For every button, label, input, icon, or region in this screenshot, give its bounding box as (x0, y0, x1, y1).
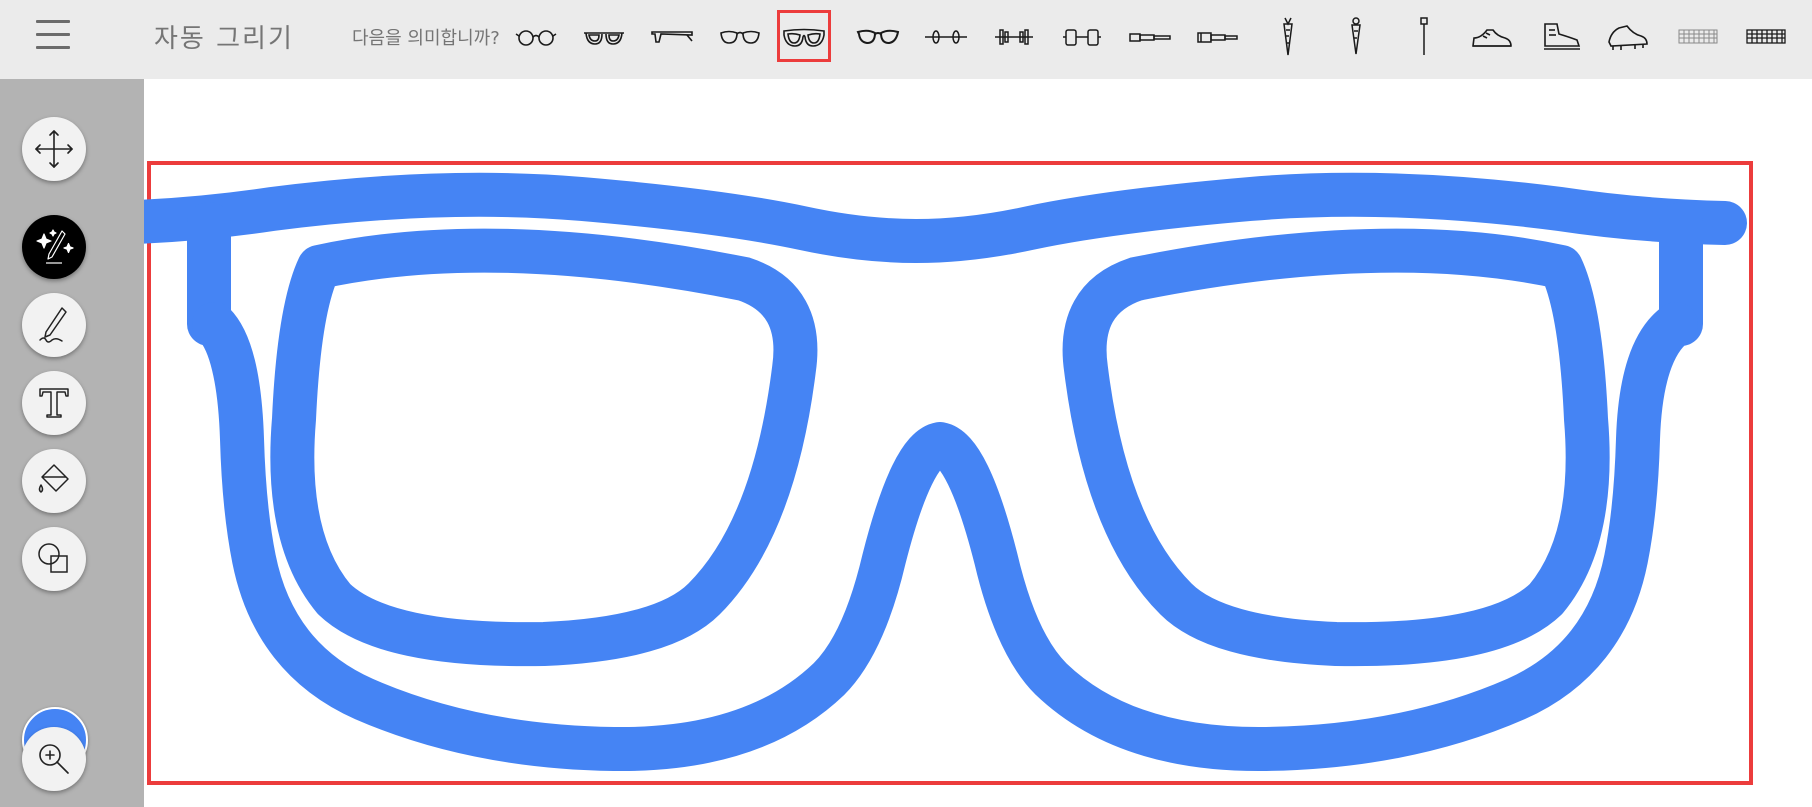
move-arrows-icon (35, 130, 73, 168)
suggestion-keyboard[interactable] (1739, 10, 1793, 62)
high-top-sneaker-icon (1544, 23, 1581, 50)
suggestion-telescope[interactable] (1123, 10, 1177, 62)
suggestion-thick-frame-glasses[interactable] (577, 10, 631, 62)
suggestion-dumbbell[interactable] (1055, 10, 1109, 62)
dumbbell-icon (1063, 29, 1101, 46)
shape-tool-button[interactable] (22, 527, 86, 591)
sparkle-pencil-icon (36, 229, 74, 264)
autodraw-tool-button[interactable] (22, 215, 86, 279)
right-lens-rim (1062, 228, 1610, 667)
move-tool-button[interactable] (22, 117, 86, 181)
zoom-tool-button[interactable] (22, 727, 86, 791)
suggestion-wayfarer-glasses[interactable] (777, 10, 831, 62)
suggestion-strip (0, 0, 1812, 79)
glasses-drawing[interactable] (144, 172, 1747, 772)
shapes-icon (38, 543, 68, 573)
text-tool-button[interactable] (22, 371, 86, 435)
aviator-sunglasses-icon (720, 30, 760, 44)
carrot-alt-icon (1351, 17, 1361, 55)
pin-icon (1420, 17, 1428, 55)
text-icon (39, 388, 69, 418)
spyglass-icon (1197, 32, 1238, 43)
suggestion-side-view-glasses[interactable] (645, 10, 699, 62)
suggestion-keyboard-thin[interactable] (1671, 10, 1725, 62)
side-view-glasses-icon (651, 31, 693, 43)
left-lens-rim (270, 228, 818, 667)
suggestion-dumbbell-plates[interactable] (987, 10, 1041, 62)
suggestion-carrot[interactable] (1261, 10, 1315, 62)
cat-eye-glasses-icon (856, 29, 900, 45)
suggestion-high-top-sneaker[interactable] (1533, 10, 1587, 62)
draw-tool-button[interactable] (22, 293, 86, 357)
fill-tool-button[interactable] (22, 449, 86, 513)
thick-frame-glasses-icon (584, 32, 624, 45)
zoom-in-icon (39, 744, 69, 774)
canvas-svg (144, 161, 1753, 785)
round-glasses-icon (515, 30, 557, 46)
pencil-icon (39, 307, 67, 343)
suggestion-carrot-alt[interactable] (1329, 10, 1383, 62)
dumbbell-plates-icon (995, 29, 1033, 45)
wayfarer-glasses-icon (783, 28, 825, 47)
suggestion-round-glasses[interactable] (509, 10, 563, 62)
suggestion-pin[interactable] (1397, 10, 1451, 62)
tool-sidebar (0, 79, 144, 807)
sneaker-icon (1472, 29, 1512, 47)
cleat-shoe-icon (1608, 25, 1648, 50)
barbell-icon (925, 30, 967, 44)
keyboard-icon (1746, 29, 1786, 44)
suggestion-sneaker[interactable] (1465, 10, 1519, 62)
keyboard-thin-icon (1678, 29, 1718, 44)
suggestion-spyglass[interactable] (1191, 10, 1245, 62)
suggestion-barbell[interactable] (919, 10, 973, 62)
suggestion-cat-eye-glasses[interactable] (851, 10, 905, 62)
top-bar: 자동 그리기 다음을 의미합니까? (0, 0, 1812, 79)
carrot-icon (1283, 17, 1293, 56)
telescope-icon (1129, 33, 1171, 42)
paint-bucket-icon (38, 464, 69, 493)
drawing-canvas[interactable] (144, 79, 1812, 807)
suggestion-cleat-shoe[interactable] (1601, 10, 1655, 62)
suggestion-aviator-sunglasses[interactable] (713, 10, 767, 62)
